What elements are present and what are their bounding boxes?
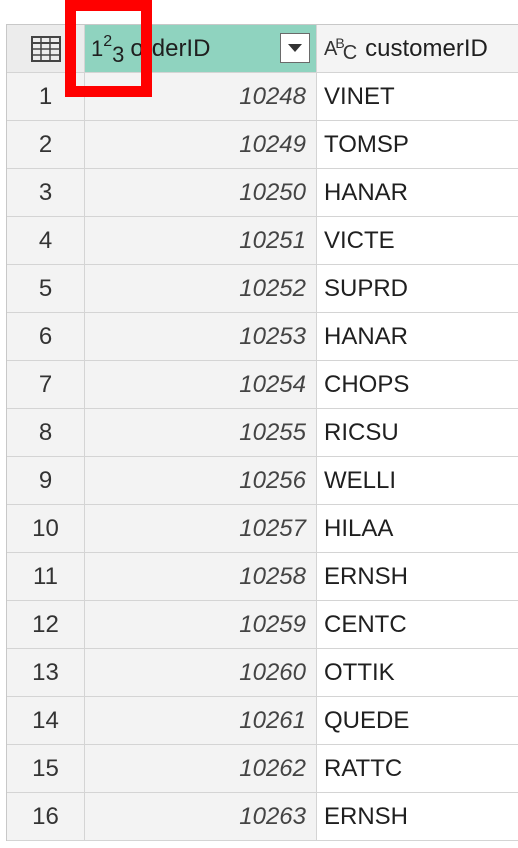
table-icon	[30, 35, 61, 62]
table-body: 1 10248 VINET 2 10249 TOMSP 3 10250 HANAR 4 10251 V…	[7, 73, 518, 841]
table-row[interactable]: 15 10262 RATTC	[7, 745, 518, 793]
row-number[interactable]: 9	[7, 457, 85, 504]
row-number[interactable]: 4	[7, 217, 85, 264]
cell-orderID[interactable]: 10259	[85, 601, 317, 648]
row-number[interactable]: 14	[7, 697, 85, 744]
cell-customerID[interactable]: HILAA	[317, 505, 518, 552]
row-number[interactable]: 13	[7, 649, 85, 696]
row-number[interactable]: 15	[7, 745, 85, 792]
cell-orderID[interactable]: 10262	[85, 745, 317, 792]
cell-customerID[interactable]: TOMSP	[317, 121, 518, 168]
cell-customerID[interactable]: OTTIK	[317, 649, 518, 696]
table-row[interactable]: 14 10261 QUEDE	[7, 697, 518, 745]
table-row[interactable]: 16 10263 ERNSH	[7, 793, 518, 841]
table-row[interactable]: 13 10260 OTTIK	[7, 649, 518, 697]
cell-customerID[interactable]: HANAR	[317, 169, 518, 216]
chevron-down-icon[interactable]	[280, 33, 310, 63]
cell-orderID[interactable]: 10263	[85, 793, 317, 840]
cell-orderID[interactable]: 10255	[85, 409, 317, 456]
cell-customerID[interactable]: WELLI	[317, 457, 518, 504]
row-number[interactable]: 8	[7, 409, 85, 456]
table-row[interactable]: 7 10254 CHOPS	[7, 361, 518, 409]
cell-customerID[interactable]: CENTC	[317, 601, 518, 648]
column-label-customerID: customerID	[365, 34, 488, 62]
cell-customerID[interactable]: ERNSH	[317, 793, 518, 840]
cell-orderID[interactable]: 10256	[85, 457, 317, 504]
cell-customerID[interactable]: CHOPS	[317, 361, 518, 408]
table-row[interactable]: 9 10256 WELLI	[7, 457, 518, 505]
cell-orderID[interactable]: 10249	[85, 121, 317, 168]
cell-orderID[interactable]: 10250	[85, 169, 317, 216]
cell-orderID[interactable]: 10251	[85, 217, 317, 264]
row-number[interactable]: 3	[7, 169, 85, 216]
cell-orderID[interactable]: 10257	[85, 505, 317, 552]
column-header-customerID[interactable]: ABC customerID	[317, 25, 518, 72]
data-grid: 123 orderID ABC customerID 1 10248 VINET 2 1…	[6, 24, 518, 841]
table-row[interactable]: 10 10257 HILAA	[7, 505, 518, 553]
cell-customerID[interactable]: RATTC	[317, 745, 518, 792]
row-number[interactable]: 7	[7, 361, 85, 408]
cell-customerID[interactable]: ERNSH	[317, 553, 518, 600]
row-number[interactable]: 2	[7, 121, 85, 168]
row-number[interactable]: 12	[7, 601, 85, 648]
row-number[interactable]: 5	[7, 265, 85, 312]
cell-orderID[interactable]: 10261	[85, 697, 317, 744]
table-row[interactable]: 5 10252 SUPRD	[7, 265, 518, 313]
row-number[interactable]: 11	[7, 553, 85, 600]
cell-orderID[interactable]: 10252	[85, 265, 317, 312]
cell-customerID[interactable]: VINET	[317, 73, 518, 120]
cell-customerID[interactable]: HANAR	[317, 313, 518, 360]
table-row[interactable]: 2 10249 TOMSP	[7, 121, 518, 169]
cell-customerID[interactable]: RICSU	[317, 409, 518, 456]
row-number[interactable]: 16	[7, 793, 85, 840]
cell-orderID[interactable]: 10254	[85, 361, 317, 408]
table-row[interactable]: 6 10253 HANAR	[7, 313, 518, 361]
cell-customerID[interactable]: QUEDE	[317, 697, 518, 744]
annotation-highlight-box	[65, 0, 152, 97]
cell-orderID[interactable]: 10258	[85, 553, 317, 600]
cell-customerID[interactable]: VICTE	[317, 217, 518, 264]
table-row[interactable]: 8 10255 RICSU	[7, 409, 518, 457]
cell-orderID[interactable]: 10253	[85, 313, 317, 360]
table-row[interactable]: 11 10258 ERNSH	[7, 553, 518, 601]
cell-orderID[interactable]: 10260	[85, 649, 317, 696]
table-row[interactable]: 3 10250 HANAR	[7, 169, 518, 217]
row-number[interactable]: 6	[7, 313, 85, 360]
table-row[interactable]: 4 10251 VICTE	[7, 217, 518, 265]
cell-customerID[interactable]: SUPRD	[317, 265, 518, 312]
text-type-icon[interactable]: ABC	[324, 36, 357, 63]
row-number[interactable]: 10	[7, 505, 85, 552]
table-row[interactable]: 12 10259 CENTC	[7, 601, 518, 649]
